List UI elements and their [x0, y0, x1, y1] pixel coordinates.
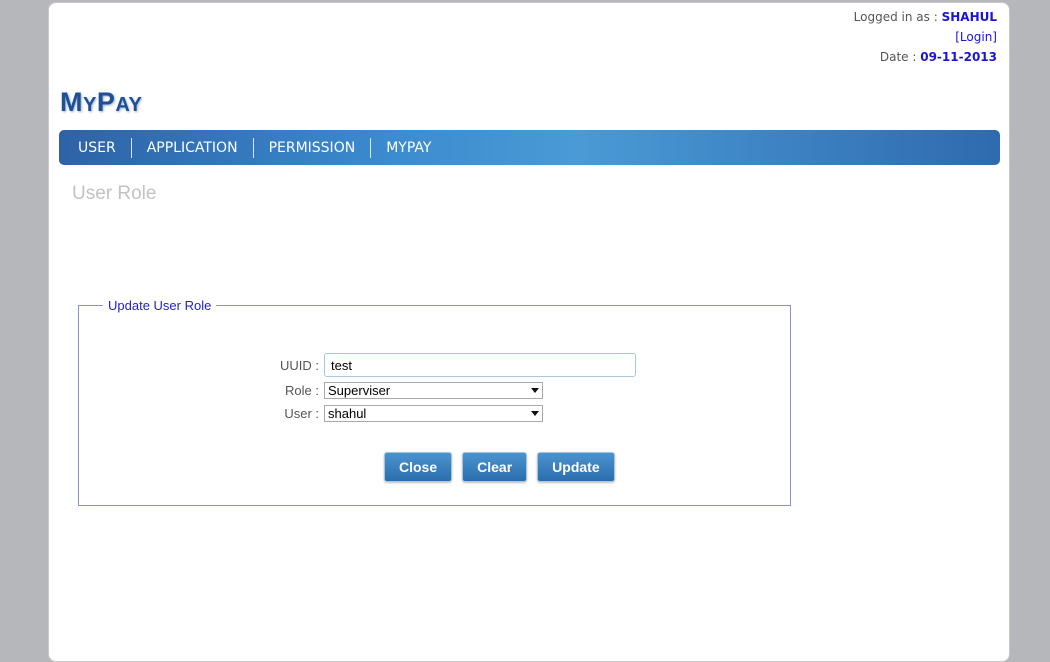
user-row: User : shahul — [264, 405, 543, 422]
mypay-logo: MYPAY — [60, 87, 143, 117]
role-selected-value: Superviser — [328, 383, 391, 398]
form-legend: Update User Role — [108, 298, 212, 313]
logged-in-line: Logged in as : SHAHUL — [854, 7, 997, 27]
uuid-row: UUID : — [264, 353, 636, 377]
logged-in-label: Logged in as : — [853, 10, 938, 24]
username: SHAHUL — [941, 10, 997, 24]
uuid-input[interactable] — [324, 353, 636, 377]
main-nav: USER APPLICATION PERMISSION MYPAY — [59, 130, 1000, 165]
nav-item-mypay[interactable]: MYPAY — [370, 137, 446, 158]
role-select[interactable]: Superviser — [324, 382, 543, 399]
chevron-down-icon — [531, 411, 539, 416]
form-buttons: Close Clear Update — [384, 452, 615, 482]
date-value: 09-11-2013 — [920, 50, 997, 64]
date-label: Date : — [879, 50, 917, 64]
nav-item-user[interactable]: USER — [63, 138, 131, 158]
user-info: Logged in as : SHAHUL [Login] Date : 09-… — [854, 7, 997, 67]
close-button[interactable]: Close — [384, 452, 453, 482]
nav-item-permission[interactable]: PERMISSION — [252, 137, 371, 158]
chevron-down-icon — [531, 388, 539, 393]
user-selected-value: shahul — [328, 406, 367, 421]
nav-item-application[interactable]: APPLICATION — [130, 137, 253, 158]
page-title: User Role — [72, 183, 157, 204]
page-container: Logged in as : SHAHUL [Login] Date : 09-… — [48, 2, 1010, 662]
role-row: Role : Superviser — [264, 382, 543, 399]
user-select[interactable]: shahul — [324, 405, 543, 422]
role-label: Role : — [285, 383, 319, 398]
login-link[interactable]: [Login] — [955, 30, 997, 44]
update-button[interactable]: Update — [537, 452, 615, 482]
date-line: Date : 09-11-2013 — [854, 47, 997, 67]
update-user-role-form: Update User Role UUID : Role : Supervise… — [78, 298, 791, 506]
user-label: User : — [284, 406, 319, 421]
clear-button[interactable]: Clear — [462, 452, 528, 482]
uuid-label: UUID : — [280, 357, 319, 373]
